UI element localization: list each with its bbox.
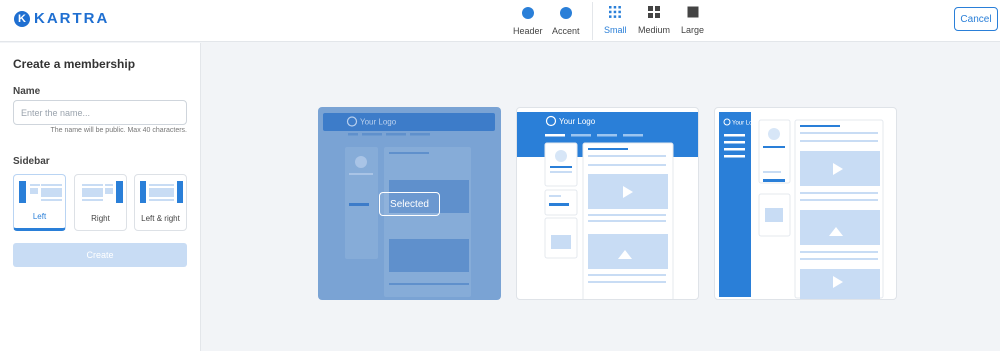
sidebar-option-left-label: Left — [32, 212, 47, 221]
panel-title: Create a membership — [13, 57, 136, 71]
size-label-large: Large — [681, 25, 705, 35]
size-option-medium[interactable]: Medium — [638, 5, 670, 35]
layout-both-sidebars-icon — [140, 181, 183, 203]
sidebar-option-left[interactable]: Left — [13, 174, 66, 231]
create-button[interactable]: Create — [13, 243, 187, 267]
template-1-logo-text: Your Logo — [360, 118, 397, 127]
header-color-label: Header — [513, 26, 543, 36]
name-label: Name — [13, 86, 41, 97]
header-color-swatch[interactable] — [521, 7, 534, 19]
accent-color-label: Accent — [552, 26, 580, 36]
template-3-logo-text: Your Logo — [732, 121, 760, 127]
template-card-3[interactable]: Your Logo — [714, 107, 897, 300]
sidebar-label: Sidebar — [13, 156, 50, 167]
header-color-option[interactable]: Header — [513, 5, 543, 36]
medium-grid-icon — [648, 6, 660, 18]
toolbar-divider — [592, 2, 593, 40]
layout-left-sidebar-icon — [19, 181, 62, 203]
size-option-small[interactable]: Small — [604, 5, 627, 35]
sidebar-option-left-right-label: Left & right — [141, 214, 180, 223]
accent-color-swatch[interactable] — [559, 7, 572, 19]
layout-right-sidebar-icon — [82, 181, 123, 203]
small-grid-icon — [609, 6, 622, 18]
name-input[interactable] — [13, 100, 187, 125]
size-option-large[interactable]: Large — [681, 5, 704, 35]
template-card-2[interactable]: Your Logo — [516, 107, 699, 300]
large-square-icon — [687, 6, 699, 18]
cancel-button[interactable]: Cancel — [954, 7, 998, 31]
template-card-1[interactable]: Your Logo Selected — [318, 107, 501, 300]
logo-text: KARTRA — [34, 10, 110, 27]
sidebar-option-right-label: Right — [91, 214, 110, 223]
name-hint: The name will be public. Max 40 characte… — [50, 127, 187, 134]
top-bar: K KARTRA Header Accent Small Medium Larg… — [0, 0, 1000, 42]
accent-color-option[interactable]: Accent — [552, 5, 580, 36]
template-3-preview: Your Logo — [719, 112, 884, 299]
template-2-preview: Your Logo — [517, 112, 698, 299]
size-label-medium: Medium — [638, 25, 671, 35]
create-membership-panel: Create a membership Name The name will b… — [0, 43, 201, 351]
selected-badge: Selected — [379, 192, 440, 216]
kartra-logo: K KARTRA — [14, 10, 109, 27]
template-2-logo-text: Your Logo — [559, 117, 596, 126]
size-label-small: Small — [604, 25, 627, 35]
sidebar-option-right[interactable]: Right — [74, 174, 127, 231]
sidebar-option-left-right[interactable]: Left & right — [134, 174, 187, 231]
logo-mark-icon: K — [14, 10, 30, 27]
